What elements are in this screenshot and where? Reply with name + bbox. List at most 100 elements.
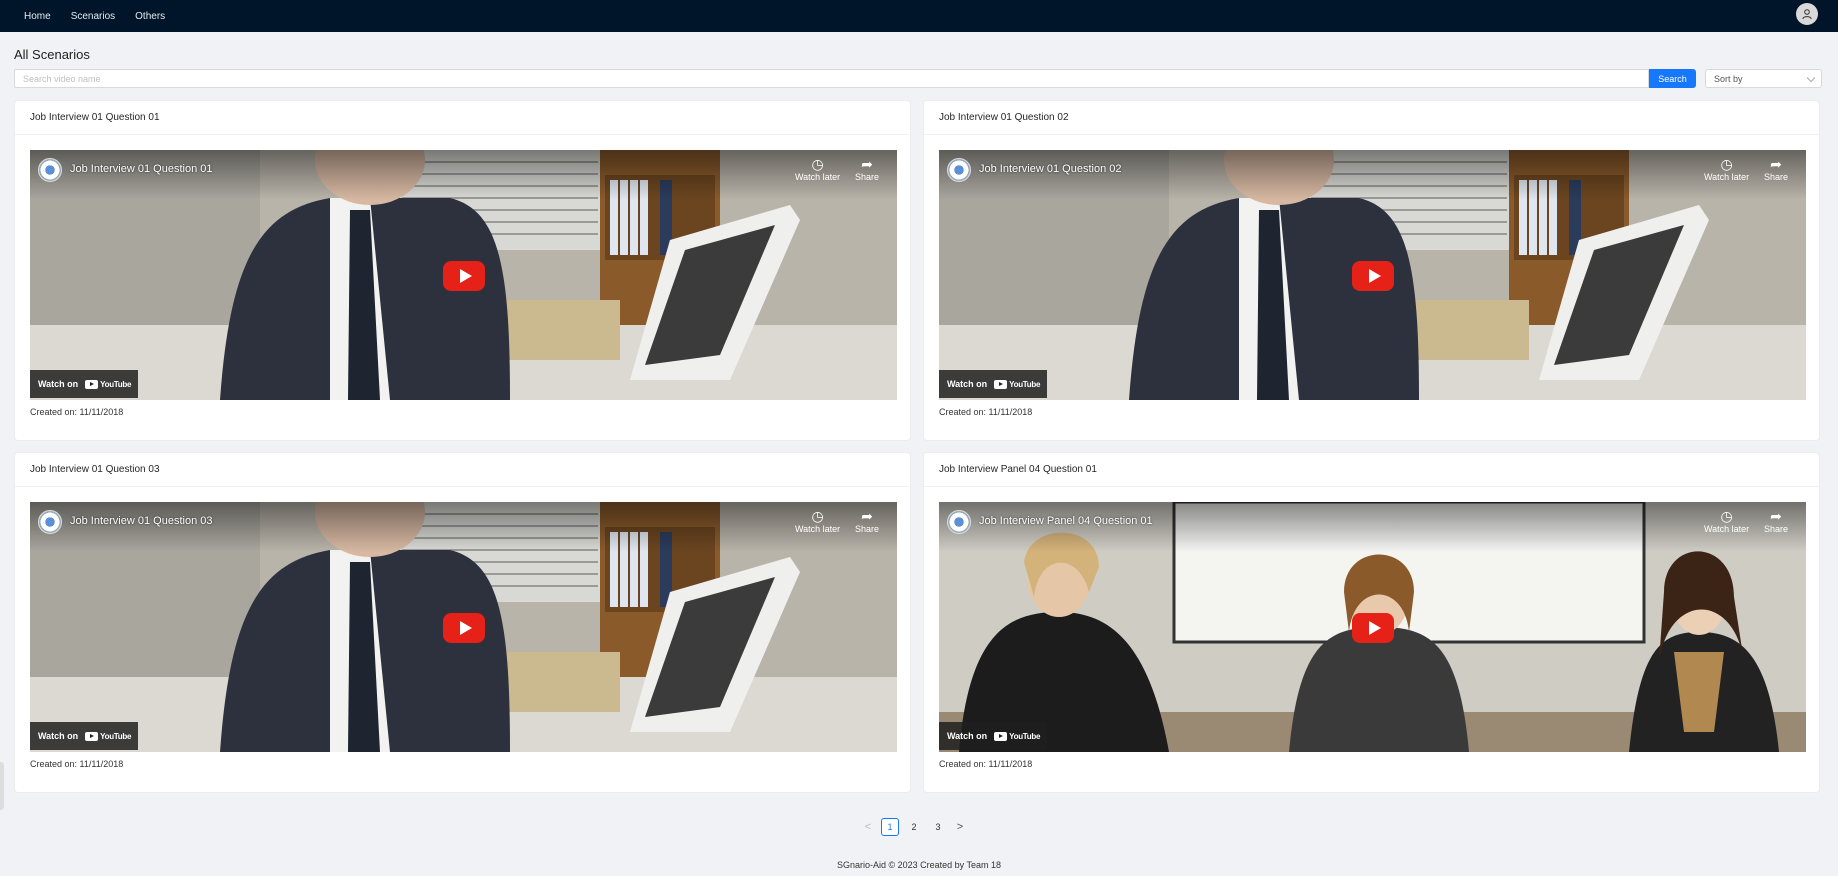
youtube-icon [85, 731, 99, 741]
top-navbar: Home Scenarios Others [0, 0, 1838, 32]
watch-on-youtube-button[interactable]: Watch on YouTube [939, 370, 1047, 398]
scenario-card: Job Interview 01 Question 03 Job Intervi… [14, 452, 911, 793]
watch-later-button[interactable]: ◷ Watch later [795, 508, 840, 534]
video-title-link[interactable]: Job Interview 01 Question 03 [70, 515, 212, 527]
next-page-button[interactable]: > [950, 821, 970, 833]
watch-on-youtube-button[interactable]: Watch on YouTube [30, 722, 138, 750]
card-title: Job Interview 01 Question 03 [15, 453, 910, 487]
youtube-icon [994, 379, 1008, 389]
clock-icon: ◷ [1720, 156, 1733, 172]
prev-page-button[interactable]: < [858, 821, 878, 833]
video-header-shade [939, 150, 1806, 200]
youtube-icon [994, 731, 1008, 741]
youtube-logo: YouTube [85, 731, 132, 741]
watch-on-label: Watch on [947, 731, 988, 741]
share-button[interactable]: ➦ Share [855, 156, 879, 182]
play-button[interactable] [443, 613, 485, 643]
share-button[interactable]: ➦ Share [1764, 156, 1788, 182]
play-icon [459, 269, 472, 283]
video-header-shade [939, 502, 1806, 552]
video-player[interactable]: Job Interview 01 Question 01 ◷ Watch lat… [30, 150, 897, 400]
play-icon [459, 621, 472, 635]
card-title: Job Interview 01 Question 02 [924, 101, 1819, 135]
video-title-link[interactable]: Job Interview 01 Question 01 [70, 163, 212, 175]
card-title: Job Interview Panel 04 Question 01 [924, 453, 1819, 487]
video-player[interactable]: Job Interview 01 Question 03 ◷ Watch lat… [30, 502, 897, 752]
page-title: All Scenarios [14, 47, 90, 62]
watch-later-label: Watch later [795, 172, 841, 182]
watch-later-button[interactable]: ◷ Watch later [795, 156, 840, 182]
created-date: Created on: 11/11/2018 [30, 407, 124, 417]
sort-by-select[interactable]: Sort by [1705, 69, 1822, 88]
side-drawer-handle[interactable] [0, 762, 4, 810]
search-input[interactable] [14, 69, 1649, 88]
watch-on-label: Watch on [38, 379, 79, 389]
watch-later-label: Watch later [1704, 172, 1750, 182]
youtube-logo: YouTube [994, 731, 1041, 741]
created-date: Created on: 11/11/2018 [939, 759, 1033, 769]
main-nav: Home Scenarios Others [24, 0, 185, 32]
watch-on-youtube-button[interactable]: Watch on YouTube [939, 722, 1047, 750]
play-button[interactable] [1352, 261, 1394, 291]
nav-home[interactable]: Home [24, 11, 51, 22]
nav-scenarios[interactable]: Scenarios [71, 11, 115, 22]
share-label: Share [1764, 524, 1789, 534]
share-label: Share [855, 172, 880, 182]
watch-on-label: Watch on [38, 731, 79, 741]
created-date: Created on: 11/11/2018 [939, 407, 1033, 417]
share-button[interactable]: ➦ Share [855, 508, 879, 534]
youtube-logo: YouTube [85, 379, 132, 389]
clock-icon: ◷ [811, 508, 824, 524]
share-icon: ➦ [1770, 508, 1782, 524]
footer: SGnario-Aid © 2023 Created by Team 18 [836, 860, 1002, 870]
watch-later-label: Watch later [1704, 524, 1750, 534]
youtube-label: YouTube [100, 379, 132, 389]
youtube-icon [85, 379, 99, 389]
youtube-label: YouTube [1009, 379, 1041, 389]
channel-logo[interactable] [38, 158, 62, 182]
play-button[interactable] [443, 261, 485, 291]
share-button[interactable]: ➦ Share [1764, 508, 1788, 534]
created-date: Created on: 11/11/2018 [30, 759, 124, 769]
clock-icon: ◷ [811, 156, 824, 172]
video-header-shade [30, 502, 897, 552]
watch-later-button[interactable]: ◷ Watch later [1704, 156, 1749, 182]
clock-icon: ◷ [1720, 508, 1733, 524]
share-label: Share [1764, 172, 1789, 182]
page-3-button[interactable]: 3 [929, 818, 947, 836]
watch-later-label: Watch later [795, 524, 841, 534]
scenario-card: Job Interview Panel 04 Question 01 Job I… [923, 452, 1820, 793]
channel-logo[interactable] [947, 158, 971, 182]
play-icon [1368, 621, 1381, 635]
watch-on-youtube-button[interactable]: Watch on YouTube [30, 370, 138, 398]
pagination: < 1 2 3 > [858, 817, 970, 836]
channel-logo[interactable] [947, 510, 971, 534]
share-icon: ➦ [1770, 156, 1782, 172]
channel-logo[interactable] [38, 510, 62, 534]
watch-on-label: Watch on [947, 379, 988, 389]
page-2-button[interactable]: 2 [905, 818, 923, 836]
card-title: Job Interview 01 Question 01 [15, 101, 910, 135]
user-icon [1802, 9, 1812, 20]
play-button[interactable] [1352, 613, 1394, 643]
youtube-label: YouTube [1009, 731, 1041, 741]
scenario-card: Job Interview 01 Question 01 Job Intervi… [14, 100, 911, 441]
nav-others[interactable]: Others [135, 11, 165, 22]
share-icon: ➦ [861, 508, 873, 524]
search-bar: Search Sort by [14, 69, 1822, 88]
video-title-link[interactable]: Job Interview 01 Question 02 [979, 163, 1121, 175]
sort-by-label: Sort by [1714, 73, 1743, 84]
scenario-card: Job Interview 01 Question 02 Job Intervi… [923, 100, 1820, 441]
page-1-button[interactable]: 1 [881, 817, 899, 836]
video-player[interactable]: Job Interview 01 Question 02 ◷ Watch lat… [939, 150, 1806, 400]
youtube-label: YouTube [100, 731, 132, 741]
youtube-logo: YouTube [994, 379, 1041, 389]
video-player[interactable]: Job Interview Panel 04 Question 01 ◷ Wat… [939, 502, 1806, 752]
chevron-down-icon [1806, 73, 1816, 83]
video-title-link[interactable]: Job Interview Panel 04 Question 01 [979, 515, 1153, 527]
watch-later-button[interactable]: ◷ Watch later [1704, 508, 1749, 534]
play-icon [1368, 269, 1381, 283]
share-icon: ➦ [861, 156, 873, 172]
search-button[interactable]: Search [1649, 69, 1696, 88]
user-avatar[interactable] [1796, 3, 1818, 25]
